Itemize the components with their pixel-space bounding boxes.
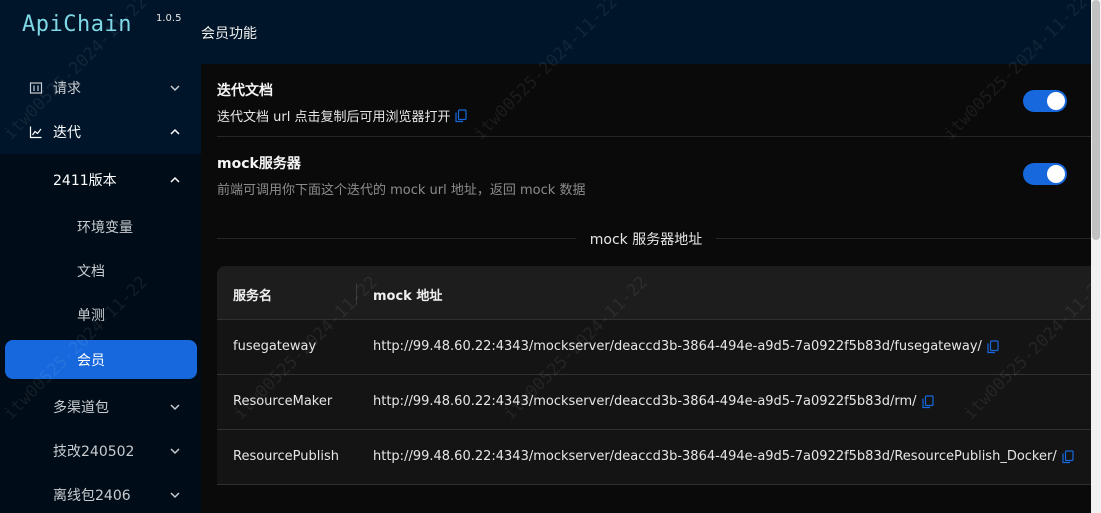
mock-server-toggle[interactable] <box>1023 163 1067 185</box>
sidebar-item-request[interactable]: 请求 <box>0 66 201 110</box>
mock-url: http://99.48.60.22:4343/mockserver/deacc… <box>373 394 917 409</box>
sidebar-item-label: 会员 <box>77 352 105 369</box>
setting-description: 前端可调用你下面这个迭代的 mock url 地址，返回 mock 数据 <box>217 183 586 198</box>
chevron-up-icon <box>169 126 181 138</box>
sidebar-item-multichannel[interactable]: 多渠道包 <box>0 385 201 429</box>
table-row: ResourceMaker http://99.48.60.22:4343/mo… <box>217 375 1091 430</box>
iteration-doc-toggle[interactable] <box>1023 90 1067 112</box>
app-logo: ApiChain <box>22 12 132 37</box>
mock-url: http://99.48.60.22:4343/mockserver/deacc… <box>373 449 1057 464</box>
setting-description-text: 迭代文档 url 点击复制后可用浏览器打开 <box>217 110 451 125</box>
line-chart-icon <box>29 125 43 139</box>
copy-icon[interactable] <box>1062 449 1074 464</box>
sidebar-item-unit-test[interactable]: 单测 <box>0 293 201 337</box>
sidebar: ApiChain 1.0.5 请求 迭代 2411版本 环境变量 文档 单测 会… <box>0 0 201 513</box>
column-header-service: 服务名 <box>233 289 273 304</box>
sidebar-item-label: 技改240502 <box>53 444 135 460</box>
chevron-down-icon <box>169 401 181 413</box>
sidebar-item-env-vars[interactable]: 环境变量 <box>0 205 201 249</box>
mock-url: http://99.48.60.22:4343/mockserver/deacc… <box>373 339 982 354</box>
chevron-down-icon <box>169 489 181 501</box>
sidebar-item-label: 离线包2406 <box>53 488 131 504</box>
scrollbar-thumb[interactable] <box>1092 0 1100 240</box>
toggle-knob <box>1047 165 1065 183</box>
sidebar-item-label: 单测 <box>77 308 105 324</box>
chevron-down-icon <box>169 82 181 94</box>
mock-url-cell: http://99.48.60.22:4343/mockserver/deacc… <box>373 339 999 354</box>
sidebar-item-offline-2406[interactable]: 离线包2406 <box>0 473 201 513</box>
chevron-down-icon <box>169 445 181 457</box>
service-name: ResourceMaker <box>233 394 333 409</box>
chevron-up-icon <box>169 174 181 186</box>
sidebar-item-label: 多渠道包 <box>53 400 109 416</box>
toggle-knob <box>1047 92 1065 110</box>
table-row: ResourcePublish http://99.48.60.22:4343/… <box>217 430 1091 485</box>
sidebar-item-label: 环境变量 <box>77 220 133 236</box>
sidebar-item-label: 请求 <box>53 81 81 97</box>
copy-icon[interactable] <box>455 108 468 123</box>
mock-server-table: 服务名 mock 地址 fusegateway http://99.48.60.… <box>217 266 1091 485</box>
divider <box>217 136 1091 137</box>
section-title-text: mock 服务器地址 <box>575 232 717 248</box>
mock-url-cell: http://99.48.60.22:4343/mockserver/deacc… <box>373 449 1074 464</box>
copy-icon[interactable] <box>921 394 934 409</box>
app-root: ApiChain 1.0.5 请求 迭代 2411版本 环境变量 文档 单测 会… <box>0 0 1101 513</box>
setting-title: 迭代文档 <box>217 83 273 99</box>
table-icon <box>29 81 43 95</box>
sidebar-item-label: 迭代 <box>53 125 81 141</box>
sidebar-item-version-2411[interactable]: 2411版本 <box>0 158 201 202</box>
app-version: 1.0.5 <box>156 13 182 24</box>
page-title: 会员功能 <box>201 26 257 42</box>
sidebar-item-member[interactable]: 会员 <box>5 340 197 379</box>
column-separator <box>356 283 357 305</box>
setting-title: mock服务器 <box>217 156 301 172</box>
sidebar-item-iteration[interactable]: 迭代 <box>0 110 201 154</box>
sidebar-item-label: 文档 <box>77 264 105 280</box>
table-header: 服务名 mock 地址 <box>217 266 1091 320</box>
section-title: mock 服务器地址 <box>201 229 1091 249</box>
sidebar-item-docs[interactable]: 文档 <box>0 249 201 293</box>
sidebar-item-tech-240502[interactable]: 技改240502 <box>0 429 201 473</box>
sidebar-item-label: 2411版本 <box>53 173 117 189</box>
service-name: fusegateway <box>233 339 317 354</box>
copy-icon[interactable] <box>987 339 999 354</box>
table-row: fusegateway http://99.48.60.22:4343/mock… <box>217 320 1091 375</box>
main-content: 迭代文档 迭代文档 url 点击复制后可用浏览器打开 mock服务器 前端可调用… <box>201 64 1091 513</box>
service-name: ResourcePublish <box>233 449 339 464</box>
mock-url-cell: http://99.48.60.22:4343/mockserver/deacc… <box>373 394 934 409</box>
column-header-mock-url: mock 地址 <box>373 289 443 304</box>
setting-description: 迭代文档 url 点击复制后可用浏览器打开 <box>217 106 468 125</box>
page-header: 会员功能 <box>201 0 1101 64</box>
